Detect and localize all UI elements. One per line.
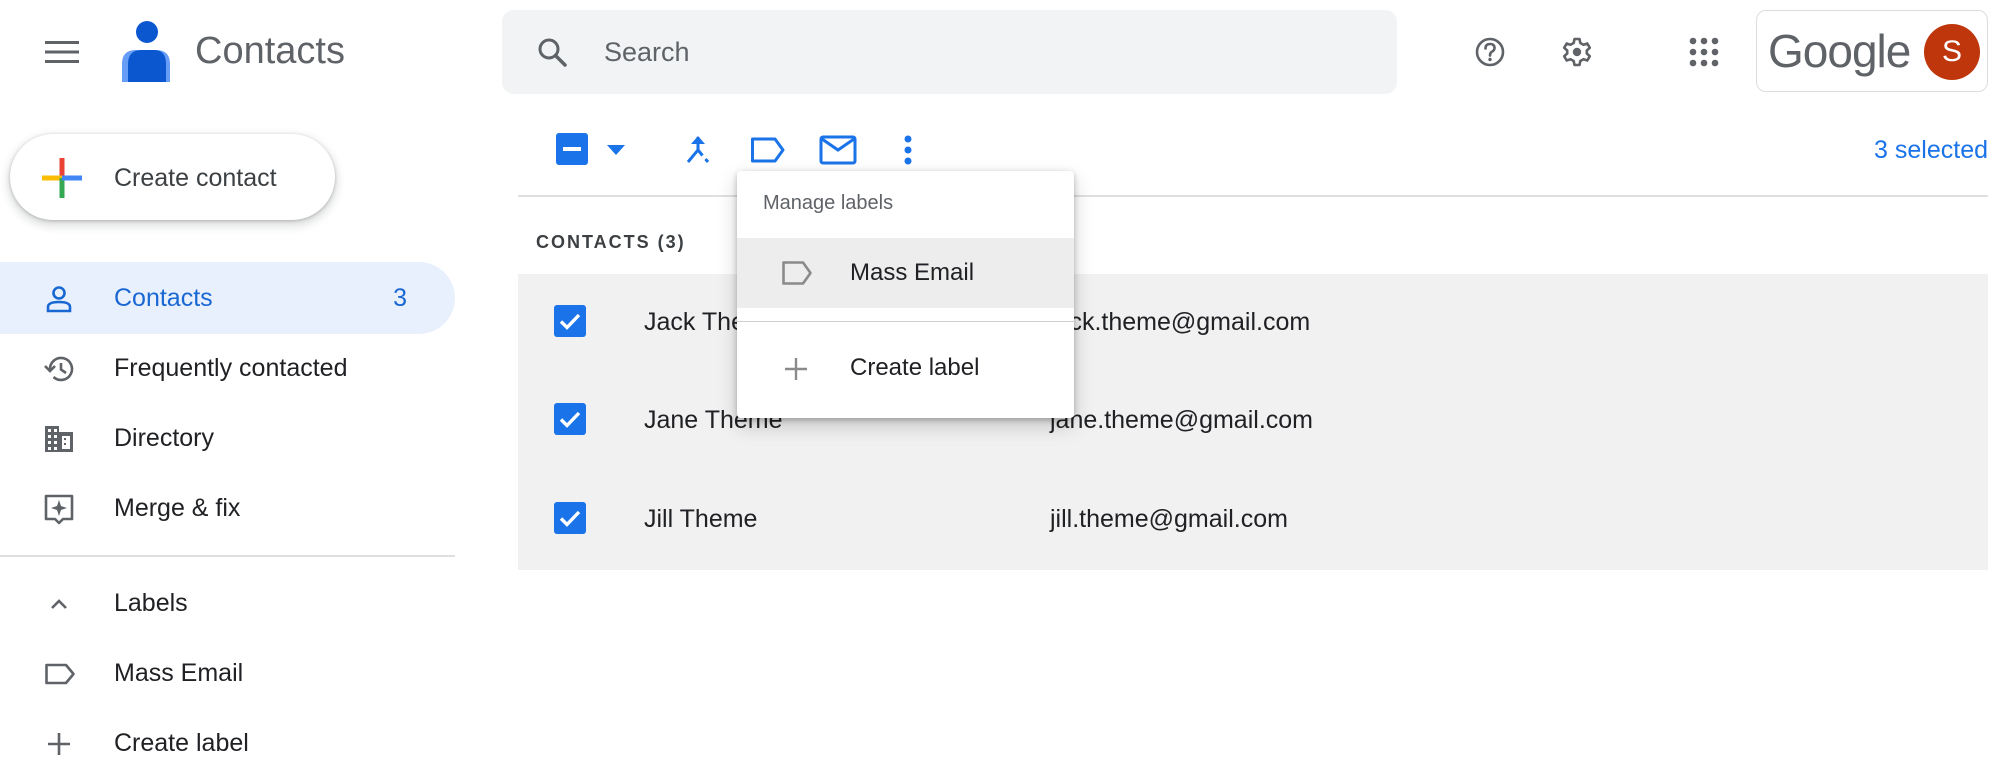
row-checkbox[interactable] xyxy=(554,502,586,534)
plus-icon xyxy=(783,356,809,382)
sidebar-item-label: Directory xyxy=(114,424,215,452)
building-icon xyxy=(44,424,74,454)
help-icon xyxy=(1475,37,1505,67)
merge-button[interactable] xyxy=(676,126,720,174)
contacts-count-badge: 3 xyxy=(393,284,407,312)
sidebar-item-frequently-contacted[interactable]: Frequently contacted xyxy=(0,332,455,404)
merge-fix-icon xyxy=(44,494,74,525)
menu-item-create-label[interactable]: Create label xyxy=(737,333,1074,403)
sidebar-divider xyxy=(0,555,455,557)
sidebar-item-contacts[interactable]: Contacts 3 xyxy=(0,262,455,334)
menu-heading: Manage labels xyxy=(763,192,894,214)
more-vert-icon xyxy=(904,135,912,165)
label-icon xyxy=(751,137,785,163)
search-input[interactable] xyxy=(604,22,1364,82)
row-checkbox[interactable] xyxy=(554,305,586,337)
google-wordmark: Google xyxy=(1768,25,1911,77)
menu-item-label: Create label xyxy=(850,354,980,381)
labels-heading: Labels xyxy=(114,589,188,617)
search-button[interactable] xyxy=(530,30,574,74)
merge-icon xyxy=(686,136,710,163)
person-icon xyxy=(44,284,74,314)
contact-name: Jill Theme xyxy=(644,505,758,533)
select-all-checkbox[interactable] xyxy=(556,133,588,165)
sidebar-item-merge-fix[interactable]: Merge & fix xyxy=(0,472,455,544)
send-email-button[interactable] xyxy=(814,126,862,174)
sidebar-label-mass-email[interactable]: Mass Email xyxy=(0,637,455,709)
more-actions-button[interactable] xyxy=(886,126,930,174)
app-title: Contacts xyxy=(195,30,345,72)
mail-icon xyxy=(819,135,857,165)
sidebar-item-label: Merge & fix xyxy=(114,494,241,522)
labels-section-toggle[interactable]: Labels xyxy=(0,567,455,639)
main-menu-button[interactable] xyxy=(38,28,86,76)
contact-email: jill.theme@gmail.com xyxy=(1050,505,1288,533)
select-options-dropdown[interactable] xyxy=(604,140,628,160)
help-button[interactable] xyxy=(1466,28,1514,76)
label-icon xyxy=(44,659,75,689)
menu-item-mass-email[interactable]: Mass Email xyxy=(737,238,1074,308)
checkmark-icon xyxy=(559,510,581,527)
chevron-up-icon xyxy=(44,589,74,619)
row-checkbox[interactable] xyxy=(554,403,586,435)
sidebar-item-label: Mass Email xyxy=(114,659,244,687)
sidebar-item-directory[interactable]: Directory xyxy=(0,402,455,474)
sidebar-create-label[interactable]: Create label xyxy=(0,707,455,779)
checkmark-icon xyxy=(559,313,581,330)
menu-divider xyxy=(737,321,1074,322)
sidebar-item-label: Create label xyxy=(114,729,249,757)
gear-icon xyxy=(1562,37,1592,67)
contacts-list-heading: CONTACTS (3) xyxy=(536,232,686,252)
sidebar-item-label: Frequently contacted xyxy=(114,354,348,382)
menu-item-label: Mass Email xyxy=(850,259,975,286)
manage-labels-button[interactable] xyxy=(744,126,792,174)
contact-email: jack.theme@gmail.com xyxy=(1050,308,1311,336)
settings-button[interactable] xyxy=(1553,28,1601,76)
create-plus-icon xyxy=(40,156,84,200)
avatar[interactable]: S xyxy=(1924,24,1980,80)
sidebar-item-label: Contacts xyxy=(114,284,213,312)
search-icon xyxy=(538,38,567,67)
google-apps-button[interactable] xyxy=(1680,28,1728,76)
plus-icon xyxy=(44,729,74,759)
checkmark-icon xyxy=(559,411,581,428)
contacts-logo-icon xyxy=(122,21,170,82)
create-contact-label: Create contact xyxy=(114,164,277,192)
contact-email: jane.theme@gmail.com xyxy=(1050,406,1313,434)
caret-down-icon xyxy=(607,145,625,155)
selected-count: 3 selected xyxy=(1874,136,1988,164)
manage-labels-menu: Manage labels Mass Email Create label xyxy=(737,171,1074,418)
history-icon xyxy=(44,354,74,384)
apps-grid-icon xyxy=(1689,37,1719,67)
hamburger-icon xyxy=(45,41,79,63)
contacts-logo xyxy=(118,20,174,82)
table-row[interactable]: Jill Theme jill.theme@gmail.com xyxy=(518,471,1988,569)
label-icon xyxy=(781,260,813,286)
